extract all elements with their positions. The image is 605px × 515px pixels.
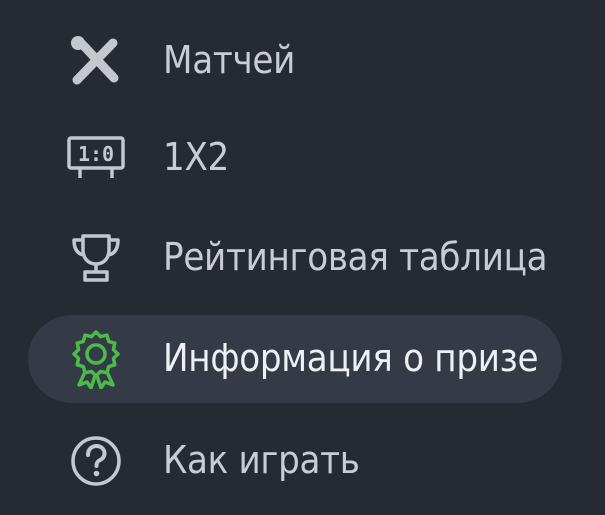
help-circle-icon [66,431,126,491]
menu-item-label: Информация о призе [163,336,539,381]
menu-item-prize-info[interactable]: Информация о призе [28,315,562,403]
menu-item-1x2[interactable]: 1:0 1X2 [28,114,562,202]
award-ribbon-icon [66,329,126,389]
menu-item-label: Рейтинговая таблица [163,235,548,280]
menu-item-leaderboard[interactable]: Рейтинговая таблица [28,214,562,302]
scoreboard-icon: 1:0 [66,128,126,188]
trophy-icon [66,228,126,288]
menu-item-how-to-play[interactable]: Как играть [28,417,562,505]
menu-item-label: Матчей [163,38,296,83]
menu-item-label: 1X2 [163,135,230,180]
side-menu: Матчей 1:0 1X2 Рейтинговая таблица Инфор… [0,0,605,515]
crossed-tools-icon [66,31,126,91]
scoreboard-text: 1:0 [78,142,114,166]
menu-item-label: Как играть [163,438,360,483]
menu-item-matches[interactable]: Матчей [28,17,562,105]
